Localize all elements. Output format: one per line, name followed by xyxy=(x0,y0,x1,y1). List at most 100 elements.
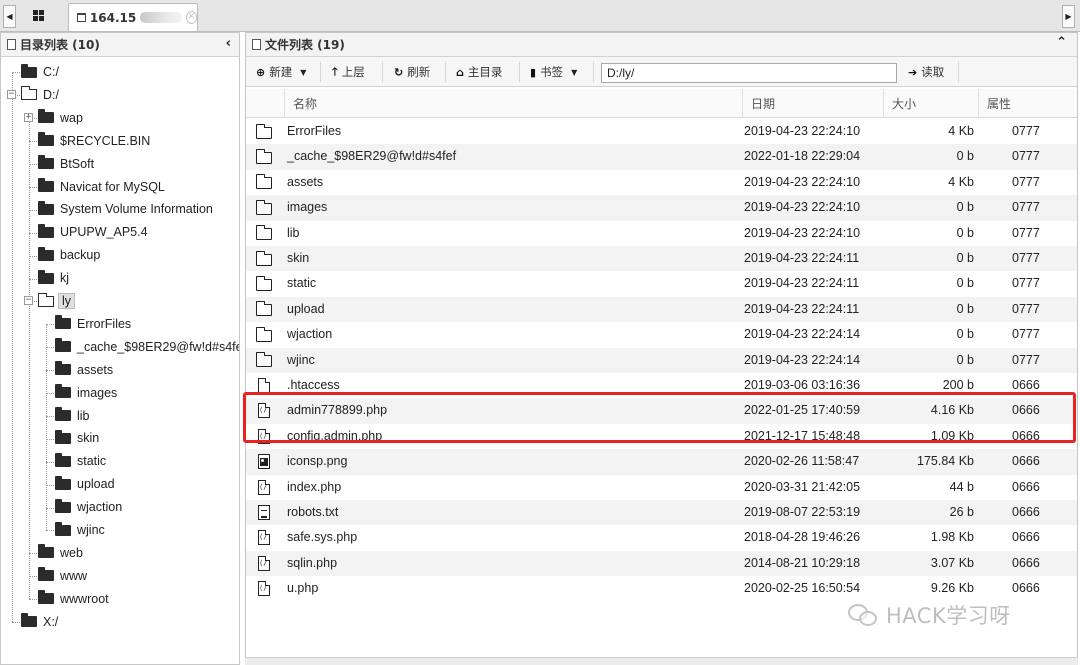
scroll-left-button[interactable]: ◀ xyxy=(3,5,16,28)
tree-item-system-volume-information[interactable]: System Volume Information xyxy=(38,198,213,220)
folder-icon xyxy=(55,521,71,536)
file-row[interactable]: upload 2019-04-23 22:24:11 0 b 0777 xyxy=(246,296,1077,323)
file-row[interactable]: ⟨/⟩ safe.sys.php 2018-04-28 19:46:26 1.98 K… xyxy=(246,525,1077,550)
tree-item-wjinc[interactable]: wjinc xyxy=(55,519,105,541)
file-row[interactable]: skin 2019-04-23 22:24:11 0 b 0777 xyxy=(246,246,1077,272)
tree-item-backup[interactable]: backup xyxy=(38,244,100,266)
tree-item-recycle-bin[interactable]: $RECYCLE.BIN xyxy=(38,130,150,152)
tree-guide-line xyxy=(46,324,54,326)
tree-item-x[interactable]: X:/ xyxy=(21,611,58,633)
file-row[interactable]: wjinc 2019-04-23 22:24:14 0 b 0777 xyxy=(246,347,1077,373)
expand-toggle-icon[interactable]: + xyxy=(24,113,33,123)
tree-item-lib[interactable]: lib xyxy=(55,405,90,427)
file-attr: 0666 xyxy=(1012,403,1040,418)
name-column-header[interactable]: 名称 xyxy=(284,89,742,118)
tab-session[interactable]: 164.15 ✕ xyxy=(68,3,198,31)
tree-item-btsoft[interactable]: BtSoft xyxy=(38,153,94,175)
file-attr: 0777 xyxy=(1012,352,1040,367)
file-row[interactable]: images 2019-04-23 22:24:10 0 b 0777 xyxy=(246,195,1077,221)
tree-item-c[interactable]: C:/ xyxy=(21,61,59,83)
tree-item-ly[interactable]: ly xyxy=(38,290,76,312)
tree-item-kj[interactable]: kj xyxy=(38,267,69,289)
window-icon xyxy=(77,13,86,22)
file-row[interactable]: ⟨/⟩ config.admin.php 2021-12-17 15:48:48 1.… xyxy=(246,424,1077,449)
caret-down-icon: ▼ xyxy=(571,67,578,77)
file-row[interactable]: wjaction 2019-04-23 22:24:14 0 b 0777 xyxy=(246,322,1077,347)
tree-guide-line xyxy=(12,72,20,74)
tree-item-skin[interactable]: skin xyxy=(55,427,99,449)
tree-guide-line xyxy=(29,278,37,280)
file-size: 3.07 Kb xyxy=(930,555,974,570)
date-column-header[interactable]: 日期 xyxy=(742,89,883,118)
tree-item-assets[interactable]: assets xyxy=(55,359,113,381)
file-attr: 0666 xyxy=(1012,428,1040,443)
tree-item-web[interactable]: web xyxy=(38,542,83,564)
tree-guide-line xyxy=(46,461,54,463)
refresh-button[interactable]: ↻ 刷新 xyxy=(394,62,430,82)
file-row[interactable]: ⟨/⟩ index.php 2020-03-31 21:42:05 44 b 0666 xyxy=(246,475,1077,500)
home-button[interactable]: ⌂ 主目录 xyxy=(456,62,502,82)
collapse-toggle-icon[interactable]: − xyxy=(24,296,33,306)
file-size: 0 b xyxy=(956,200,974,215)
file-type-cell xyxy=(256,144,272,169)
scroll-right-button[interactable]: ▶ xyxy=(1062,5,1075,28)
file-row[interactable]: iconsp.png 2020-02-26 11:58:47 175.84 Kb 06… xyxy=(246,449,1077,475)
close-icon[interactable]: ✕ xyxy=(185,11,197,24)
tree-item-static[interactable]: static xyxy=(55,450,106,472)
tree-item-www[interactable]: www xyxy=(38,565,87,587)
file-date: 2018-04-28 19:46:26 xyxy=(744,530,861,545)
file-type-cell xyxy=(256,195,272,220)
path-input[interactable] xyxy=(601,63,897,83)
tree-item-upupw-ap5-4[interactable]: UPUPW_AP5.4 xyxy=(38,221,148,243)
bookmark-button[interactable]: ▮ 书签 ▼ xyxy=(530,62,577,82)
tree-item-d[interactable]: D:/ xyxy=(21,84,59,106)
file-type-cell xyxy=(256,322,272,347)
up-label: 上层 xyxy=(341,65,365,79)
file-type-cell: ⟨/⟩ xyxy=(256,551,272,576)
tree-item-navicat-for-mysql[interactable]: Navicat for MySQL xyxy=(38,176,165,198)
tree-item-wjaction[interactable]: wjaction xyxy=(55,496,122,518)
new-button[interactable]: ⊕ 新建 ▼ xyxy=(256,62,306,82)
collapse-toggle-icon[interactable]: − xyxy=(7,90,16,100)
file-attr: 0666 xyxy=(1012,581,1040,596)
file-row[interactable]: _cache_$98ER29@fw!d#s4fef 2022-01-18 22:2… xyxy=(246,144,1077,170)
tree-item-images[interactable]: images xyxy=(55,382,117,404)
file-row[interactable]: assets 2019-04-23 22:24:10 4 Kb 0777 xyxy=(246,170,1077,195)
folder-icon xyxy=(256,174,272,190)
file-row[interactable]: ⟨/⟩ admin778899.php 2022-01-25 17:40:59 4.1… xyxy=(246,398,1077,424)
tree-guide-line xyxy=(46,438,54,440)
tree-item-label: $RECYCLE.BIN xyxy=(60,133,151,148)
toolbar-divider xyxy=(519,62,520,82)
code-file-icon: ⟨/⟩ xyxy=(258,555,272,571)
attr-column-header[interactable]: 属性 xyxy=(978,89,1077,118)
tree-item-upload[interactable]: upload xyxy=(55,473,115,495)
file-panel-header: 文件列表 (19) ⌃ xyxy=(246,33,1077,57)
file-date: 2020-02-25 16:50:54 xyxy=(744,581,861,596)
up-button[interactable]: 🡑 上层 xyxy=(332,62,365,82)
tree-item-wap[interactable]: wap xyxy=(38,107,83,129)
tree-item-cache-98er29-fw-d-s4fef[interactable]: _cache_$98ER29@fw!d#s4fef xyxy=(55,336,239,358)
file-type-cell: ⟨/⟩ xyxy=(256,525,272,550)
grid-menu-button[interactable] xyxy=(18,3,58,28)
code-file-icon: ⟨/⟩ xyxy=(258,581,272,597)
tree-item-wwwroot[interactable]: wwwroot xyxy=(38,588,109,610)
file-row[interactable]: ErrorFiles 2019-04-23 22:24:10 4 Kb 0777 xyxy=(246,119,1077,144)
collapse-up-icon[interactable]: ⌃ xyxy=(1056,35,1067,50)
read-button[interactable]: ➔ 读取 xyxy=(908,62,944,82)
file-row[interactable]: ⟨/⟩ u.php 2020-02-25 16:50:54 9.26 Kb 0666 xyxy=(246,576,1077,601)
tree-guide-line xyxy=(46,530,54,532)
tree-guide-line xyxy=(29,255,37,257)
folder-icon xyxy=(256,326,272,342)
file-row[interactable]: .htaccess 2019-03-06 03:16:36 200 b 0666 xyxy=(246,373,1077,398)
folder-icon xyxy=(55,384,71,399)
collapse-left-icon[interactable]: ‹ xyxy=(226,36,231,51)
file-name: u.php xyxy=(287,581,319,596)
size-column-header[interactable]: 大小 xyxy=(883,89,978,118)
file-row[interactable]: lib 2019-04-23 22:24:10 0 b 0777 xyxy=(246,221,1077,246)
tree-item-errorfiles[interactable]: ErrorFiles xyxy=(55,313,131,335)
file-row[interactable]: robots.txt 2019-08-07 22:53:19 26 b 0666 xyxy=(246,500,1077,526)
tree-item-label: wwwroot xyxy=(60,591,109,606)
file-row[interactable]: ⟨/⟩ sqlin.php 2014-08-21 10:29:18 3.07 Kb 06… xyxy=(246,550,1077,577)
file-row[interactable]: static 2019-04-23 22:24:11 0 b 0777 xyxy=(246,271,1077,296)
file-size: 200 b xyxy=(942,378,974,392)
